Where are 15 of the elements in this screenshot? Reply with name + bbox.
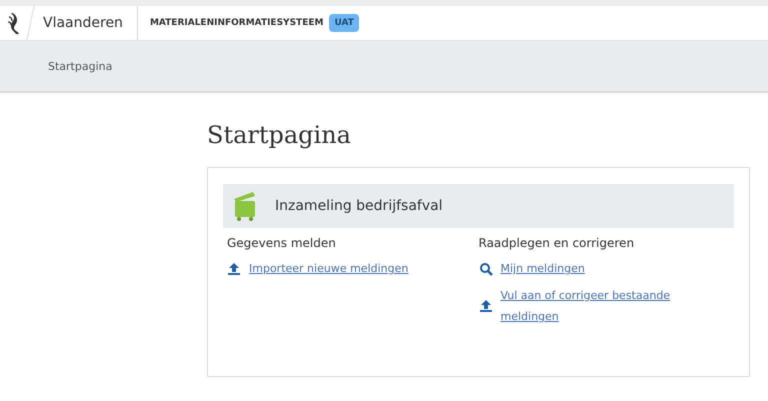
section-heading: Gegevens melden bbox=[227, 236, 337, 250]
page-title: Startpagina bbox=[207, 121, 352, 149]
link[interactable]: Importeer nieuwe meldingen bbox=[249, 258, 408, 279]
link[interactable]: Mijn meldingen bbox=[500, 258, 585, 279]
search-icon bbox=[478, 262, 492, 276]
waste-container-icon bbox=[233, 191, 257, 221]
upload-icon bbox=[227, 262, 241, 276]
link[interactable]: Vul aan of corrigeer bestaande meldingen bbox=[500, 285, 720, 327]
brand-name[interactable]: Vlaanderen bbox=[31, 6, 138, 40]
app-name: MATERIALENINFORMATIESYSTEEM bbox=[150, 18, 324, 28]
section-heading: Raadplegen en corrigeren bbox=[478, 236, 636, 250]
card-title: Inzameling bedrijfsafval bbox=[275, 198, 443, 214]
breadcrumb: Startpagina bbox=[48, 60, 112, 72]
environment-badge: UAT bbox=[329, 14, 359, 32]
upload-icon bbox=[478, 299, 492, 313]
